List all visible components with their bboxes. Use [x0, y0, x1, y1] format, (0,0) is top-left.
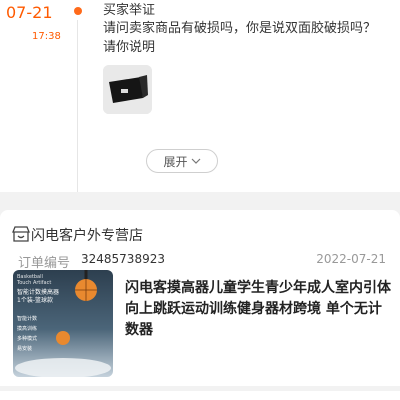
order-number: 32485738923 [81, 252, 165, 266]
product-title[interactable]: 闪电客摸高器儿童学生青少年成人室内引体向上跳跃运动训练健身器材跨境 单个无计数器 [125, 278, 393, 341]
expand-label: 展开 [163, 154, 188, 169]
chevron-down-icon [191, 158, 200, 164]
shop-icon [12, 226, 30, 242]
product-image[interactable]: Basketball Touch Artifact 智能计数摸高器 1个装-篮球… [13, 270, 113, 377]
timeline-card: 07-21 17:38 买家举证 请问卖家商品有破损吗，你是说双面胶破损吗？请你… [0, 0, 400, 192]
event-body: 请问卖家商品有破损吗，你是说双面胶破损吗？请你说明 [103, 21, 377, 55]
timeline-date: 07-21 [6, 3, 53, 22]
basketball-icon [15, 270, 111, 377]
order-date: 2022-07-21 [316, 252, 386, 266]
next-card-edge [0, 391, 400, 400]
order-number-label: 订单编号 [18, 256, 71, 271]
expand-button[interactable]: 展开 [146, 149, 218, 173]
product-image-feature: 多种模式 [17, 336, 38, 342]
timeline-line [77, 20, 78, 192]
shop-name[interactable]: 闪电客户外专营店 [31, 225, 143, 245]
product-image-feature: 智能计数 [17, 316, 38, 322]
event-title: 买家举证 [103, 3, 156, 18]
evidence-thumbnail[interactable] [103, 65, 152, 114]
order-card: 闪电客户外专营店 订单编号 32485738923 2022-07-21 Bas… [0, 210, 400, 386]
evidence-photo [103, 65, 152, 114]
timeline-time: 17:38 [32, 31, 61, 42]
timeline-dot [74, 7, 82, 15]
product-image-feature: 摸高训练 [17, 326, 38, 332]
product-image-feature: 易安装 [17, 346, 33, 352]
